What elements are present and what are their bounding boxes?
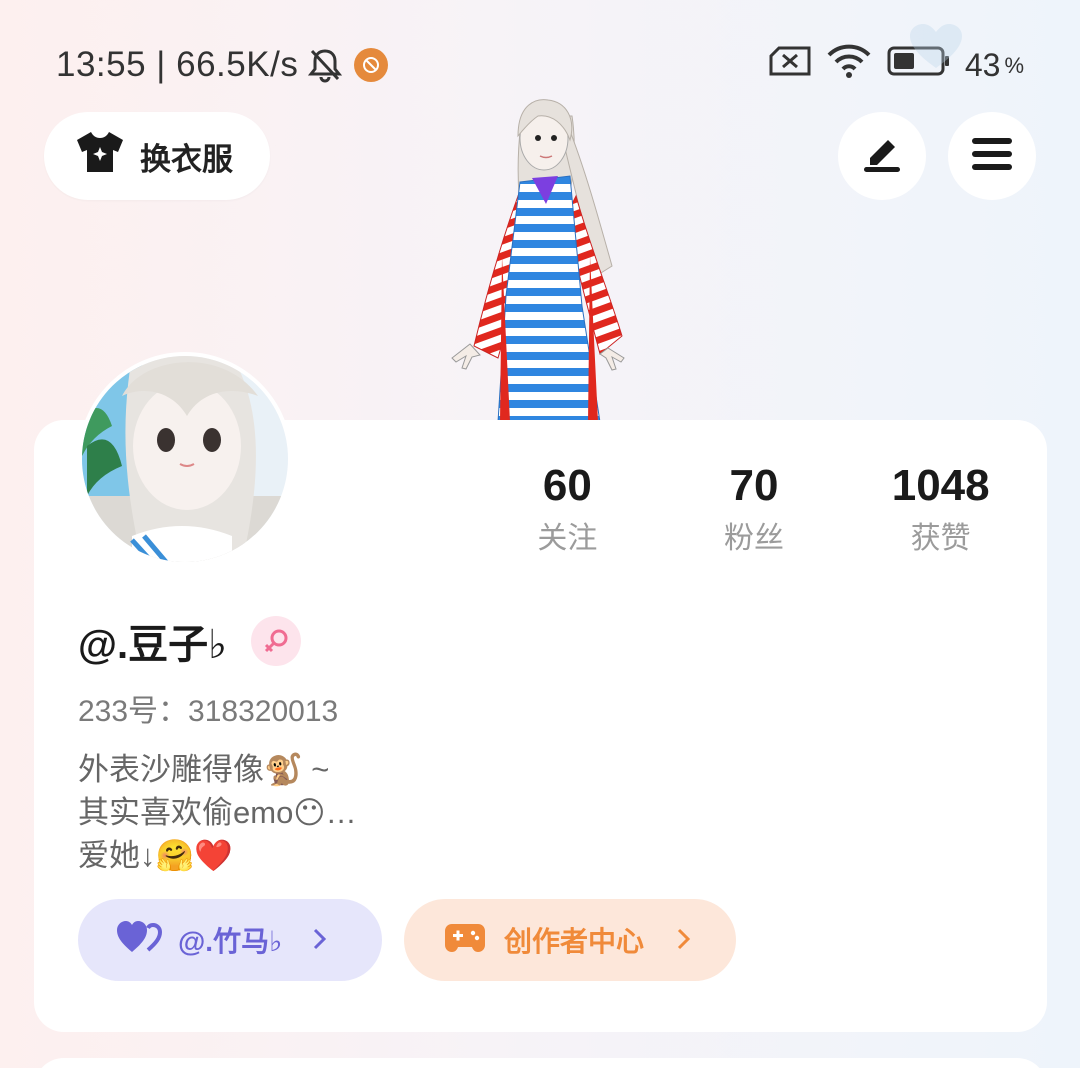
battery-percent-unit: % [1004,53,1024,78]
bio: 外表沙雕得像🐒 ~ 其实喜欢偷emo😶… 爱她↓🤗❤️ [78,748,357,877]
stat-followers[interactable]: 70 粉丝 [661,458,848,564]
username-row: @.豆子♭ [78,612,301,670]
stat-value: 70 [729,461,779,510]
battery-percent: 43 [964,46,1001,83]
gamepad-icon [444,920,486,961]
female-gender-icon [250,616,301,666]
status-left: 13:55 | 66.5K/s [56,45,389,85]
status-time-speed: 13:55 | 66.5K/s [56,45,299,84]
partner-name: @.竹马♭ [178,926,283,957]
chevron-right-icon [312,922,328,959]
wifi-icon [825,43,873,87]
stats-row: 60 关注 70 粉丝 1048 获赞 [474,458,1034,564]
stat-value: 1048 [891,461,990,510]
change-outfit-label: 换衣服 [140,141,233,177]
status-right: 43 % [769,43,1024,87]
stat-label: 粉丝 [724,522,784,555]
app-badge-icon [354,48,389,82]
edit-icon [860,134,904,179]
partner-chip[interactable]: @.竹马♭ [78,899,382,981]
menu-icon [970,134,1014,179]
stat-following[interactable]: 60 关注 [474,458,661,564]
sim-off-icon [769,46,811,84]
bio-line: 外表沙雕得像🐒 ~ [78,752,330,787]
bio-line: 其实喜欢偷emo😶… [78,795,357,830]
next-card [34,1058,1047,1068]
creator-center-label: 创作者中心 [504,926,645,957]
change-outfit-button[interactable]: 换衣服 [44,112,270,200]
stat-likes[interactable]: 1048 获赞 [847,458,1034,564]
chevron-right-icon [676,922,692,959]
stat-value: 60 [542,461,592,510]
avatar[interactable] [78,352,292,566]
user-id: 233号：318320013 [78,695,339,728]
edit-profile-button[interactable] [838,112,926,200]
bio-line: 爱她↓🤗❤️ [78,838,233,873]
username: @.豆子♭ [78,623,227,667]
double-heart-icon [116,920,163,961]
avatar-character-3d[interactable] [440,96,640,426]
status-bar: 13:55 | 66.5K/s 43 % [56,40,1024,90]
creator-center-button[interactable]: 创作者中心 [404,899,736,981]
menu-button[interactable] [948,112,1036,200]
heart-icon [906,22,966,72]
stat-label: 关注 [537,522,598,555]
stat-label: 获赞 [910,522,971,555]
bell-muted-icon [308,47,343,83]
shirt-icon [74,129,126,183]
